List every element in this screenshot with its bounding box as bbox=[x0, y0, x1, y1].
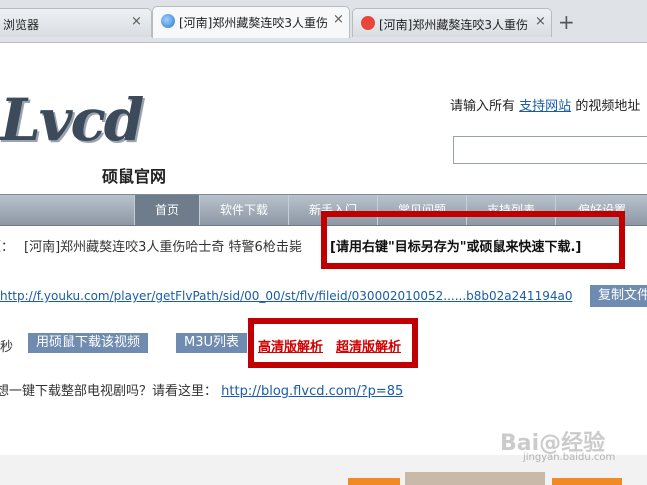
title-label: 题： bbox=[0, 240, 15, 255]
globe-icon bbox=[161, 14, 175, 28]
banner-thumbnail[interactable] bbox=[552, 478, 622, 485]
promo-link[interactable]: http://blog.flvcd.com/?p=85 bbox=[221, 384, 403, 399]
hint-suffix: 的视频地址 bbox=[575, 99, 641, 114]
promo-text: 想一键下载整部电视剧吗？请看这里： bbox=[0, 384, 218, 399]
video-play-icon bbox=[361, 16, 375, 30]
tab-close-icon[interactable]: × bbox=[535, 14, 546, 29]
video-file-link[interactable]: http://f.youku.com/player/getFlvPath/sid… bbox=[0, 289, 572, 303]
tab-title: 浏览器 bbox=[3, 18, 40, 32]
supported-sites-link[interactable]: 支持网站 bbox=[519, 99, 571, 114]
promo-line: 想一键下载整部电视剧吗？请看这里： http://blog.flvcd.com/… bbox=[0, 380, 403, 399]
browser-tab-active[interactable]: [河南]郑州藏獒连咬3人重伤 × bbox=[152, 6, 350, 38]
highlight-box-tip bbox=[321, 211, 625, 269]
row-label: 秒 bbox=[0, 340, 14, 355]
tab-title: [河南]郑州藏獒连咬3人重伤 bbox=[379, 18, 528, 32]
logo-subtitle: 硕鼠官网 bbox=[102, 167, 167, 186]
watermark-url: jingyan.baidu.com bbox=[523, 452, 616, 463]
tab-close-icon[interactable]: × bbox=[131, 14, 142, 29]
new-tab-icon[interactable]: + bbox=[558, 10, 575, 34]
download-with-flvcd-button[interactable]: 用硕鼠下载该视频 bbox=[28, 333, 149, 353]
browser-tab[interactable]: [河南]郑州藏獒连咬3人重伤 × bbox=[352, 8, 552, 37]
tab-title: [河南]郑州藏獒连咬3人重伤 bbox=[179, 16, 327, 30]
flvcd-logo[interactable]: Lvcd bbox=[0, 86, 144, 154]
input-hint: 请输入所有 支持网站 的视频地址 bbox=[450, 95, 640, 114]
browser-tab-bar: 浏览器 × [河南]郑州藏獒连咬3人重伤 × [河南]郑州藏獒连咬3人重伤 × … bbox=[0, 0, 647, 43]
video-url-input[interactable] bbox=[453, 136, 647, 164]
video-title: [河南]郑州藏獒连咬3人重伤哈士奇 特警6枪击毙 bbox=[24, 240, 302, 255]
tab-close-icon[interactable]: × bbox=[333, 12, 344, 27]
banner-thumbnail[interactable] bbox=[348, 478, 400, 485]
m3u-list-button[interactable]: M3U列表 bbox=[176, 333, 248, 353]
highlight-box-parse bbox=[248, 318, 418, 368]
hint-prefix: 请输入所有 bbox=[450, 99, 516, 114]
copy-file-button[interactable]: 复制文件 bbox=[590, 285, 647, 307]
banner-image[interactable] bbox=[405, 472, 545, 485]
nav-home[interactable]: 首页 bbox=[134, 195, 199, 225]
browser-tab[interactable]: 浏览器 × bbox=[0, 8, 152, 37]
nav-software-download[interactable]: 软件下载 bbox=[199, 195, 288, 225]
